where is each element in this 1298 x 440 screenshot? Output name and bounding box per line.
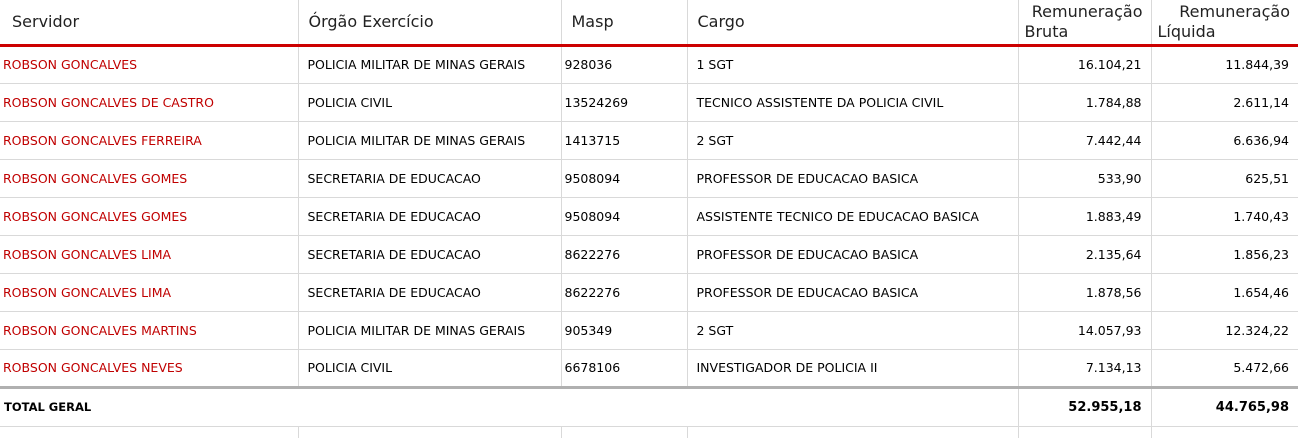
liquida-cell: 625,51 xyxy=(1151,159,1298,198)
masp-cell: 905349 xyxy=(561,311,688,350)
table-header: Servidor Órgão Exercício Masp Cargo Remu… xyxy=(0,0,1298,47)
liquida-cell: 6.636,94 xyxy=(1151,121,1298,160)
servidor-name-link[interactable]: ROBSON GONCALVES LIMA xyxy=(0,235,299,274)
total-label: TOTAL GERAL xyxy=(0,385,1019,427)
servidor-name-link[interactable]: ROBSON GONCALVES NEVES xyxy=(0,349,299,388)
spacer-cell xyxy=(298,426,562,438)
servidor-name-link[interactable]: ROBSON GONCALVES DE CASTRO xyxy=(0,83,299,122)
liquida-cell: 1.740,43 xyxy=(1151,197,1298,236)
bruta-cell: 14.057,93 xyxy=(1018,311,1152,350)
column-header-remuneracao-bruta[interactable]: Remuneração Bruta xyxy=(1018,0,1152,47)
liquida-cell: 1.654,46 xyxy=(1151,273,1298,312)
column-header-remuneracao-liquida[interactable]: Remuneração Líquida xyxy=(1151,0,1298,47)
spacer-cell xyxy=(0,426,299,438)
servidor-name-link[interactable]: ROBSON GONCALVES MARTINS xyxy=(0,311,299,350)
servidor-name-link[interactable]: ROBSON GONCALVES LIMA xyxy=(0,273,299,312)
orgao-cell: POLICIA CIVIL xyxy=(298,349,562,388)
cargo-cell: PROFESSOR DE EDUCACAO BASICA xyxy=(687,273,1019,312)
bruta-cell: 16.104,21 xyxy=(1018,45,1152,84)
orgao-cell: POLICIA CIVIL xyxy=(298,83,562,122)
table-row: ROBSON GONCALVES GOMES SECRETARIA DE EDU… xyxy=(0,197,1298,236)
orgao-cell: SECRETARIA DE EDUCACAO xyxy=(298,159,562,198)
liquida-cell: 2.611,14 xyxy=(1151,83,1298,122)
total-liquida: 44.765,98 xyxy=(1151,385,1298,427)
spacer-cell xyxy=(561,426,688,438)
cargo-cell: 1 SGT xyxy=(687,45,1019,84)
total-row: TOTAL GERAL 52.955,18 44.765,98 xyxy=(0,385,1298,427)
table-row: ROBSON GONCALVES LIMA SECRETARIA DE EDUC… xyxy=(0,273,1298,312)
cargo-cell: ASSISTENTE TECNICO DE EDUCACAO BASICA xyxy=(687,197,1019,236)
column-header-bruta-line1: Remuneração xyxy=(1031,2,1143,21)
salary-table: Servidor Órgão Exercício Masp Cargo Remu… xyxy=(0,0,1298,438)
total-bruta: 52.955,18 xyxy=(1018,385,1152,427)
table-row: ROBSON GONCALVES NEVES POLICIA CIVIL 667… xyxy=(0,349,1298,388)
spacer-cell xyxy=(687,426,1019,438)
table-row: ROBSON GONCALVES MARTINS POLICIA MILITAR… xyxy=(0,311,1298,350)
orgao-cell: SECRETARIA DE EDUCACAO xyxy=(298,273,562,312)
masp-cell: 1413715 xyxy=(561,121,688,160)
servidor-name-link[interactable]: ROBSON GONCALVES FERREIRA xyxy=(0,121,299,160)
table-body: ROBSON GONCALVES POLICIA MILITAR DE MINA… xyxy=(0,45,1298,438)
bruta-cell: 533,90 xyxy=(1018,159,1152,198)
column-header-cargo[interactable]: Cargo xyxy=(687,0,1019,47)
cargo-cell: TECNICO ASSISTENTE DA POLICIA CIVIL xyxy=(687,83,1019,122)
table-row: ROBSON GONCALVES GOMES SECRETARIA DE EDU… xyxy=(0,159,1298,198)
column-header-liquida-line1: Remuneração xyxy=(1179,2,1290,21)
cargo-cell: INVESTIGADOR DE POLICIA II xyxy=(687,349,1019,388)
liquida-cell: 1.856,23 xyxy=(1151,235,1298,274)
bruta-cell: 2.135,64 xyxy=(1018,235,1152,274)
masp-cell: 9508094 xyxy=(561,159,688,198)
servidor-name-link[interactable]: ROBSON GONCALVES xyxy=(0,45,299,84)
liquida-cell: 11.844,39 xyxy=(1151,45,1298,84)
masp-cell: 8622276 xyxy=(561,235,688,274)
bruta-cell: 7.442,44 xyxy=(1018,121,1152,160)
masp-cell: 13524269 xyxy=(561,83,688,122)
table-row: ROBSON GONCALVES POLICIA MILITAR DE MINA… xyxy=(0,45,1298,84)
table-spacer-row xyxy=(0,426,1298,438)
spacer-cell xyxy=(1018,426,1152,438)
bruta-cell: 7.134,13 xyxy=(1018,349,1152,388)
orgao-cell: POLICIA MILITAR DE MINAS GERAIS xyxy=(298,45,562,84)
column-header-orgao[interactable]: Órgão Exercício xyxy=(298,0,562,47)
orgao-cell: POLICIA MILITAR DE MINAS GERAIS xyxy=(298,311,562,350)
cargo-cell: PROFESSOR DE EDUCACAO BASICA xyxy=(687,159,1019,198)
masp-cell: 9508094 xyxy=(561,197,688,236)
column-header-bruta-line2: Bruta xyxy=(1024,22,1069,41)
liquida-cell: 5.472,66 xyxy=(1151,349,1298,388)
spacer-cell xyxy=(1151,426,1298,438)
table-row: ROBSON GONCALVES LIMA SECRETARIA DE EDUC… xyxy=(0,235,1298,274)
bruta-cell: 1.784,88 xyxy=(1018,83,1152,122)
column-header-servidor[interactable]: Servidor xyxy=(0,0,299,47)
orgao-cell: SECRETARIA DE EDUCACAO xyxy=(298,235,562,274)
liquida-cell: 12.324,22 xyxy=(1151,311,1298,350)
masp-cell: 6678106 xyxy=(561,349,688,388)
column-header-masp[interactable]: Masp xyxy=(561,0,688,47)
column-header-liquida-line2: Líquida xyxy=(1157,22,1216,41)
cargo-cell: PROFESSOR DE EDUCACAO BASICA xyxy=(687,235,1019,274)
masp-cell: 8622276 xyxy=(561,273,688,312)
servidor-name-link[interactable]: ROBSON GONCALVES GOMES xyxy=(0,159,299,198)
cargo-cell: 2 SGT xyxy=(687,311,1019,350)
bruta-cell: 1.878,56 xyxy=(1018,273,1152,312)
masp-cell: 928036 xyxy=(561,45,688,84)
orgao-cell: SECRETARIA DE EDUCACAO xyxy=(298,197,562,236)
bruta-cell: 1.883,49 xyxy=(1018,197,1152,236)
table-row: ROBSON GONCALVES DE CASTRO POLICIA CIVIL… xyxy=(0,83,1298,122)
orgao-cell: POLICIA MILITAR DE MINAS GERAIS xyxy=(298,121,562,160)
table-row: ROBSON GONCALVES FERREIRA POLICIA MILITA… xyxy=(0,121,1298,160)
cargo-cell: 2 SGT xyxy=(687,121,1019,160)
servidor-name-link[interactable]: ROBSON GONCALVES GOMES xyxy=(0,197,299,236)
